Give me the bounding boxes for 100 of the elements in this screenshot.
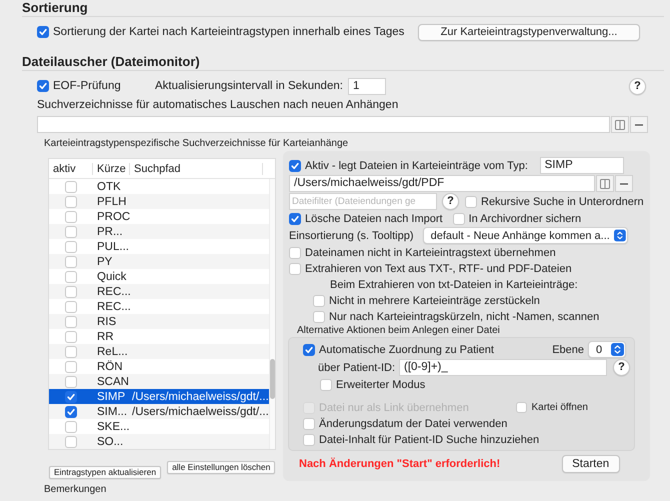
- table-cell-text: /Users/michaelweiss/gdt/...: [131, 390, 269, 404]
- checkbox[interactable]: [313, 310, 325, 322]
- checkbox[interactable]: [289, 160, 301, 172]
- table-cell-text: PR...: [96, 224, 124, 238]
- checkbox[interactable]: [452, 212, 465, 224]
- field-label: Suchverzeichnisse für automatisches Lauschen nach neuen Anhängen: [37, 98, 398, 112]
- checkbox[interactable]: [37, 26, 49, 38]
- column-header[interactable]: aktiv: [49, 162, 93, 174]
- checkbox[interactable]: [516, 402, 528, 413]
- checkbox[interactable]: [37, 80, 49, 92]
- table-row[interactable]: PR...: [49, 224, 269, 239]
- table-cell-text: SO...: [96, 434, 124, 448]
- chevron-updown-icon: [614, 229, 626, 242]
- checkbox-label: Dateinamen nicht in Karteieintragstext übernehmen: [305, 246, 556, 260]
- remove-button[interactable]: [615, 175, 633, 192]
- checkbox[interactable]: [320, 378, 332, 390]
- start-button[interactable]: Starten: [562, 455, 620, 473]
- table-cell-text: RÖN: [96, 360, 124, 374]
- table-cell-text: SIMP: [96, 390, 126, 404]
- checkbox-label: Änderungsdatum der Datei verwenden: [319, 416, 508, 430]
- checkbox[interactable]: [65, 420, 77, 432]
- directory-field[interactable]: [37, 116, 610, 133]
- interval-field[interactable]: 1: [348, 78, 386, 94]
- remove-button[interactable]: [630, 116, 648, 133]
- checkbox-label: EOF-Prüfung: [53, 79, 122, 93]
- checkbox[interactable]: [65, 330, 77, 342]
- table-cell-text: /Users/michaelweiss/gdt/...: [131, 404, 269, 418]
- checkbox[interactable]: [65, 286, 77, 298]
- update-types-button[interactable]: Eintragstypen aktualisieren: [49, 466, 162, 479]
- split-square-icon: [599, 178, 611, 190]
- table-cell-text: Quick: [96, 270, 128, 284]
- checkbox-label: Kartei öffnen: [531, 400, 588, 414]
- table-row[interactable]: PFLH: [49, 194, 269, 209]
- checkbox[interactable]: [65, 180, 77, 192]
- table-row[interactable]: SIMP /Users/michaelweiss/gdt/...: [49, 389, 269, 404]
- checkbox[interactable]: [65, 226, 77, 238]
- help-button[interactable]: ?: [613, 359, 630, 376]
- help-button[interactable]: ?: [629, 78, 646, 94]
- checkbox[interactable]: [303, 344, 315, 356]
- checkbox[interactable]: [65, 406, 77, 418]
- help-button[interactable]: ?: [442, 193, 459, 210]
- table-row[interactable]: SIM... /Users/michaelweiss/gdt/...: [49, 404, 269, 419]
- table-cell-text: ReL...: [96, 344, 129, 358]
- table-row[interactable]: SCAN: [49, 374, 269, 389]
- checkbox[interactable]: [65, 256, 77, 268]
- checkbox-label: Sortierung der Kartei nach Karteieintragstypen innerhalb eines Tages: [53, 25, 404, 39]
- table-cell-text: REC...: [96, 284, 130, 298]
- caption: Beim Extrahieren von txt-Dateien in Karteieinträge:: [330, 278, 578, 292]
- column-header[interactable]: Suchpfad: [130, 162, 263, 174]
- checkbox-label: Automatische Zuordnung zu Patient: [319, 342, 494, 356]
- table-cell-text: RIS: [96, 314, 118, 328]
- checkbox-label: Rekursive Suche in Unterordnern: [481, 194, 644, 208]
- checkbox[interactable]: [65, 240, 77, 252]
- checkbox-label: Aktiv - legt Dateien in Karteieinträge vom Typ:: [305, 158, 528, 172]
- level-label: Ebene: [552, 342, 584, 356]
- table-cell-text: SKE...: [96, 420, 130, 434]
- table-row[interactable]: RIS: [49, 314, 269, 329]
- column-header[interactable]: Kürze: [93, 162, 130, 174]
- checkbox[interactable]: [289, 262, 301, 274]
- checkbox[interactable]: [65, 376, 77, 388]
- checkbox[interactable]: [465, 196, 477, 208]
- checkbox[interactable]: [65, 270, 77, 282]
- file-filter-field[interactable]: Dateifilter (Dateiendungen ge: [289, 193, 437, 210]
- table-row[interactable]: ReL...: [49, 344, 269, 359]
- table-row[interactable]: PY: [49, 254, 269, 269]
- checkbox[interactable]: [65, 346, 77, 358]
- checkbox-label: Nicht in mehrere Karteieinträge zerstückeln: [329, 294, 540, 308]
- checkbox-label: In Archivordner sichern: [468, 212, 582, 226]
- checkbox-label: Erweiterter Modus: [336, 378, 426, 392]
- table-cell-text: RR: [96, 330, 115, 344]
- table-cell-text: SCAN: [96, 374, 130, 388]
- table-row[interactable]: SO...: [49, 434, 269, 449]
- checkbox[interactable]: [303, 434, 315, 446]
- warning-text: Nach Änderungen "Start" erforderlich!: [299, 457, 500, 471]
- checkbox[interactable]: [65, 390, 77, 402]
- checkbox[interactable]: [65, 360, 77, 372]
- scrollbar-thumb[interactable]: [270, 359, 275, 399]
- checkbox[interactable]: [289, 212, 301, 224]
- checkbox[interactable]: [65, 436, 77, 448]
- checkbox[interactable]: [65, 196, 77, 208]
- type-field[interactable]: SIMP: [540, 157, 624, 174]
- checkbox[interactable]: [289, 246, 301, 258]
- chevron-updown-icon: [611, 343, 624, 356]
- table-row[interactable]: REC...: [49, 284, 269, 299]
- checkbox[interactable]: [303, 418, 315, 430]
- clear-settings-button[interactable]: alle Einstellungen löschen: [167, 461, 276, 474]
- patient-id-field[interactable]: ([0-9]+)_: [399, 359, 607, 376]
- checkbox[interactable]: [65, 210, 77, 222]
- level-select[interactable]: 0: [588, 341, 626, 358]
- table-cell-text: PUL...: [96, 240, 130, 254]
- type-management-button[interactable]: Zur Karteieintragstypenverwaltung...: [418, 24, 640, 40]
- sort-select[interactable]: default - Neue Anhänge kommen a...: [422, 227, 628, 244]
- split-square-icon: [614, 118, 626, 130]
- interval-label: Aktualisierungsintervall in Sekunden:: [155, 79, 343, 93]
- checkbox[interactable]: [65, 316, 77, 328]
- checkbox[interactable]: [313, 294, 325, 306]
- checkbox[interactable]: [65, 300, 77, 312]
- field-label: über Patient-ID:: [318, 360, 396, 374]
- checkbox-label: Datei-Inhalt für Patient-ID Suche hinzuziehen: [319, 432, 540, 446]
- path-field[interactable]: /Users/michaelweiss/gdt/PDF: [289, 175, 595, 192]
